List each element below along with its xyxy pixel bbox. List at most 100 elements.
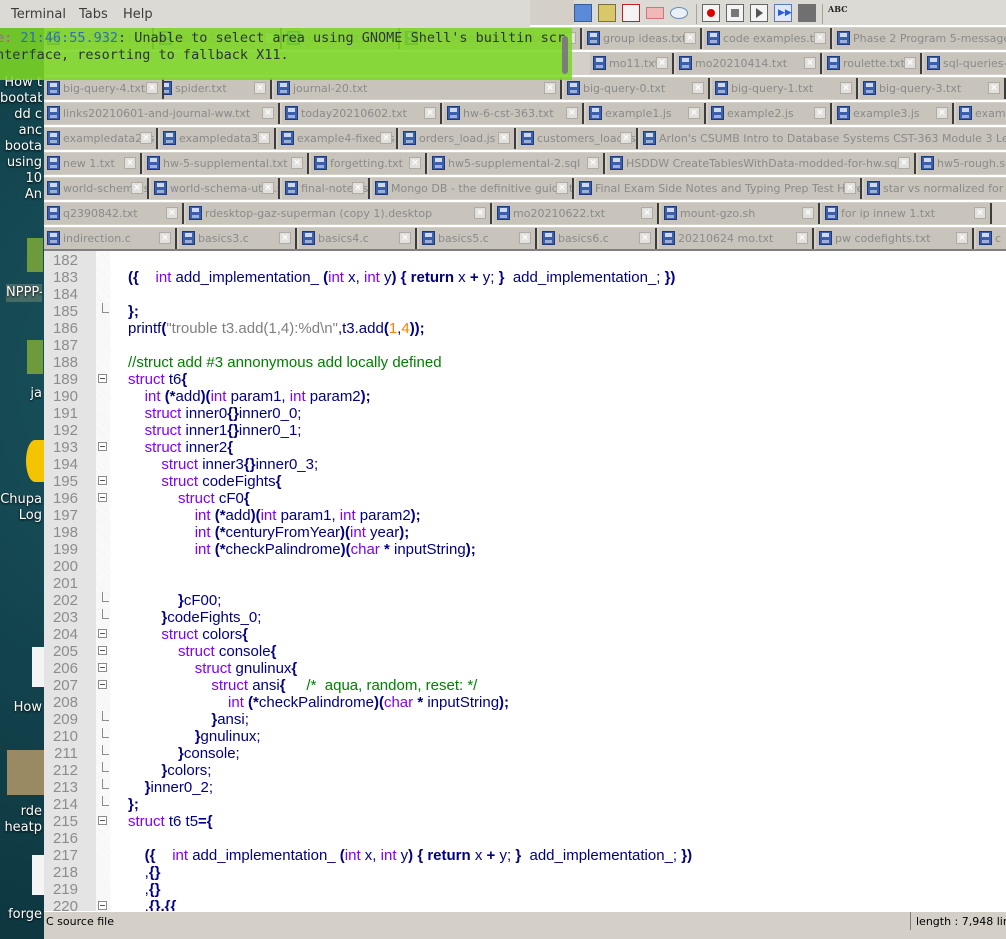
close-tab-icon[interactable]: × [544,82,556,94]
document-tab[interactable]: forgetting.txt × [311,153,427,174]
close-tab-icon[interactable]: × [688,107,700,119]
close-tab-icon[interactable]: × [641,207,653,219]
fold-toggle-icon[interactable] [98,374,107,383]
close-tab-icon[interactable]: × [409,157,421,169]
document-tab[interactable]: hw-5-supplemental.txt × [144,153,309,174]
run-macro-multiple-icon[interactable]: ▶▶ [774,4,792,22]
document-tab[interactable]: HSDDW CreateTablesWithData-modded-for-hw… [607,153,916,174]
close-tab-icon[interactable]: × [904,57,916,69]
close-tab-icon[interactable]: × [474,207,486,219]
folder-icon[interactable] [27,238,43,272]
document-tab[interactable]: journal-20.txt × [274,78,562,99]
close-tab-icon[interactable]: × [140,132,152,144]
close-tab-icon[interactable]: × [498,132,510,144]
close-tab-icon[interactable]: × [166,207,178,219]
document-tab[interactable]: basics3.c × [179,228,297,249]
document-tab[interactable]: customers_load.js × [518,128,638,149]
text-file-icon[interactable] [32,647,44,687]
document-tab[interactable]: final-notes.sql× [282,178,370,199]
desktop-icon-label-forge[interactable]: forge [0,907,42,923]
close-tab-icon[interactable]: × [566,107,578,119]
document-tab[interactable]: Arlon's CSUMB Intro to Database Systems … [640,128,1006,149]
spellcheck-icon[interactable]: ABC [828,4,847,22]
document-tab[interactable]: exampledata2.js × [44,128,158,149]
document-tab[interactable]: big-query-0.txt × [564,78,710,99]
fold-toggle-icon[interactable] [98,663,107,672]
document-tab[interactable]: big-query-4.txt × [44,78,164,99]
document-tab[interactable]: basics5.c × [419,228,537,249]
document-tab[interactable]: world-schema-utf8.sql× [151,178,280,199]
fold-toggle-icon[interactable] [98,680,107,689]
close-tab-icon[interactable]: × [814,32,826,44]
document-tab[interactable]: sql-queries-× [924,53,1006,74]
close-tab-icon[interactable]: × [840,82,852,94]
close-tab-icon[interactable]: × [974,207,986,219]
document-tab[interactable]: today20210602.txt × [282,103,442,124]
close-tab-icon[interactable]: × [656,57,668,69]
close-tab-icon[interactable]: × [898,157,910,169]
desktop-icon-label-ja[interactable]: ja [0,386,42,402]
document-tab[interactable]: links20210601-and-journal-ww.txt × [44,103,280,124]
close-tab-icon[interactable]: × [814,107,826,119]
close-tab-icon[interactable]: × [936,107,948,119]
document-tab[interactable]: example2.js × [708,103,832,124]
folder-icon[interactable] [27,340,43,374]
eye-icon[interactable] [670,7,688,19]
fold-toggle-icon[interactable] [98,816,107,825]
document-tab[interactable]: mo11.txt × [590,53,674,74]
document-tab[interactable]: spider.txt × [156,78,272,99]
close-tab-icon[interactable]: × [639,232,651,244]
code-editor[interactable]: 182 183 ({ int add_implementation_ (int x,… [44,249,1006,913]
fold-toggle-icon[interactable] [98,442,107,451]
document-tab[interactable]: indirection.c × [44,228,177,249]
document-tab[interactable]: mo20210622.txt × [494,203,659,224]
close-tab-icon[interactable]: × [796,232,808,244]
document-tab[interactable]: for ip innew 1.txt × [822,203,992,224]
menu-tabs[interactable]: Tabs [79,7,108,22]
close-tab-icon[interactable]: × [956,232,968,244]
play-macro-icon[interactable] [750,4,768,22]
document-tab[interactable]: hw5-rough.sql× [918,153,1006,174]
menu-help[interactable]: Help [123,7,153,22]
close-tab-icon[interactable]: × [519,232,531,244]
desktop-icon-label-rde-heatp[interactable]: rde heatp [0,804,42,836]
close-tab-icon[interactable]: × [424,107,436,119]
document-tab[interactable]: Mongo DB - the definitive guide.txt × [372,178,574,199]
menu-terminal[interactable]: Terminal [11,7,66,22]
document-tab[interactable]: star vs normalized for wa× [864,178,1006,199]
fold-toggle-icon[interactable] [98,901,107,910]
chupa-chups-logo-icon[interactable] [26,440,44,482]
fold-toggle-icon[interactable] [98,629,107,638]
document-tab[interactable]: world-schema.sql× [44,178,149,199]
document-tab[interactable]: hw-6-cst-363.txt × [444,103,584,124]
terminal-scrollbar[interactable] [562,36,568,74]
close-tab-icon[interactable]: × [262,182,274,194]
document-tab[interactable]: hw5-supplemental-2.sql × [429,153,605,174]
document-tab[interactable]: big-query-3.txt × [860,78,1006,99]
close-tab-icon[interactable]: × [844,182,856,194]
image-thumbnail-icon[interactable] [7,750,44,795]
close-tab-icon[interactable]: × [692,82,704,94]
document-tab[interactable]: exampledata3.js × [160,128,276,149]
text-file-icon[interactable] [32,855,44,895]
stop-record-icon[interactable] [726,4,744,22]
document-tab[interactable]: c× [976,228,1006,249]
document-tab[interactable]: mo20210414.txt × [676,53,822,74]
document-tab[interactable]: Final Exam Side Notes and Typing Prep Te… [576,178,862,199]
close-tab-icon[interactable]: × [146,82,158,94]
close-tab-icon[interactable]: × [587,157,599,169]
desktop-icon-label-how-to-bootable[interactable]: How t bootab dd c anc boota using 10 An [0,75,42,203]
close-tab-icon[interactable]: × [131,182,143,194]
document-tab[interactable]: code examples.txt × [704,28,832,49]
pdf-icon[interactable] [622,4,640,22]
close-tab-icon[interactable]: × [254,82,266,94]
document-tab[interactable]: q2390842.txt × [44,203,184,224]
close-tab-icon[interactable]: × [556,182,568,194]
record-macro-icon[interactable] [702,4,720,22]
open-dialog-icon[interactable] [574,4,592,22]
close-tab-icon[interactable]: × [262,107,274,119]
close-tab-icon[interactable]: × [279,232,291,244]
close-tab-icon[interactable]: × [684,32,696,44]
document-tab[interactable]: roulette.txt × [824,53,922,74]
close-tab-icon[interactable]: × [352,182,364,194]
